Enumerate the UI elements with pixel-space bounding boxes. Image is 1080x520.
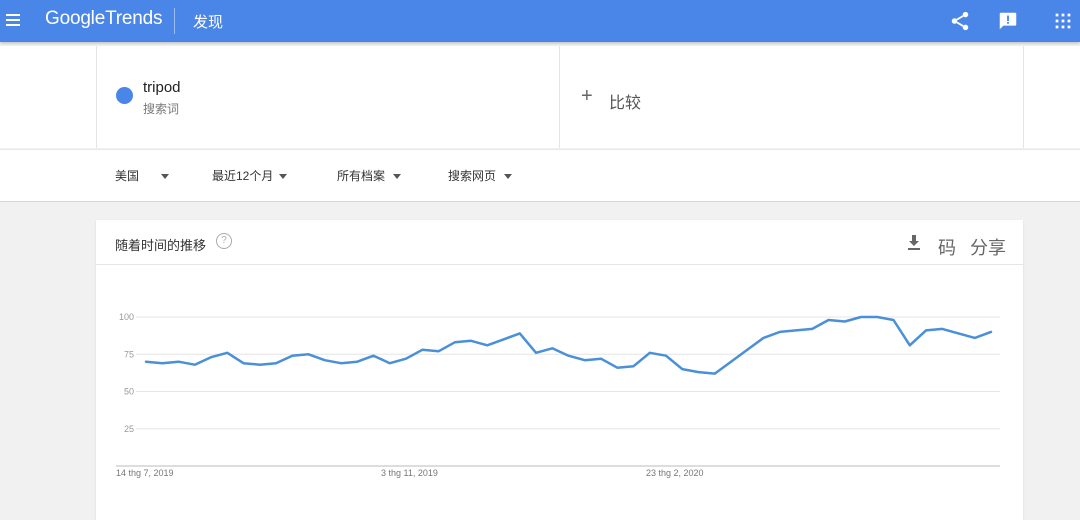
trend-line-chart: 25 50 75 100 14 thg 7, 2019 3 thg 11, 2019 23… <box>116 312 1000 478</box>
time-filter[interactable]: 最近12个月 <box>212 167 288 184</box>
series-line-tripod[interactable] <box>144 315 993 375</box>
google-trends-logo[interactable]: GoogleTrends <box>45 8 163 30</box>
logo-trends-text: Trends <box>105 8 163 29</box>
y-tick-label: 75 <box>124 349 134 359</box>
chevron-down-icon <box>504 174 513 180</box>
chevron-down-icon <box>279 174 288 180</box>
y-tick-label: 100 <box>119 312 134 322</box>
feedback-icon[interactable] <box>997 10 1019 32</box>
share-icon[interactable] <box>949 10 971 32</box>
search-term-card[interactable]: tripod 搜索词 <box>96 46 560 148</box>
search-term-row: tripod 搜索词 + 比较 <box>0 46 1080 148</box>
term-color-dot <box>116 87 133 104</box>
chevron-down-icon <box>161 174 170 180</box>
category-filter-label: 所有档案 <box>337 169 386 183</box>
region-filter-label: 美国 <box>115 169 140 183</box>
nav-discover-link[interactable]: 发现 <box>193 11 223 32</box>
apps-grid-icon[interactable] <box>1052 10 1074 32</box>
property-filter-label: 搜索网页 <box>448 169 497 183</box>
menu-icon[interactable] <box>6 11 24 29</box>
x-tick-label: 14 thg 7, 2019 <box>116 468 174 478</box>
time-filter-label: 最近12个月 <box>212 169 274 183</box>
y-tick-label: 25 <box>124 424 134 434</box>
interest-over-time-card: 随着时间的推移 ? 码 分享 25 50 75 100 14 thg 7, 2019 3… <box>96 220 1023 520</box>
compare-label: 比较 <box>609 95 642 112</box>
x-tick-label: 23 thg 2, 2020 <box>646 468 704 478</box>
term-type-label: 搜索词 <box>143 102 180 116</box>
term-name[interactable]: tripod <box>143 79 181 96</box>
plus-icon: + <box>581 85 593 107</box>
logo-divider <box>174 8 175 34</box>
top-app-bar: GoogleTrends 发现 <box>0 0 1080 42</box>
y-tick-label: 50 <box>124 387 134 397</box>
region-filter[interactable]: 美国 <box>115 167 170 184</box>
filter-bar: 美国 最近12个月 所有档案 搜索网页 <box>0 149 1080 202</box>
category-filter[interactable]: 所有档案 <box>337 167 402 184</box>
chevron-down-icon <box>393 174 402 180</box>
compare-card[interactable]: + 比较 <box>559 46 1024 148</box>
property-filter[interactable]: 搜索网页 <box>448 167 513 184</box>
logo-google-text: Google <box>45 8 106 29</box>
x-tick-label: 3 thg 11, 2019 <box>381 468 438 478</box>
